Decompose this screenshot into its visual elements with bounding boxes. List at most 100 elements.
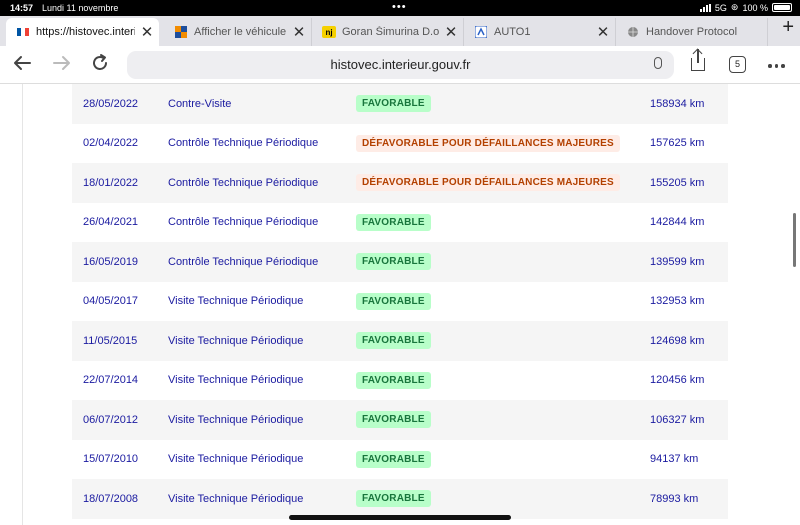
inspection-type: Visite Technique Périodique [168, 295, 304, 308]
multitasking-dots-icon[interactable]: ••• [392, 1, 407, 13]
result-badge: FAVORABLE [356, 371, 431, 389]
inspection-date: 15/07/2010 [83, 453, 139, 466]
mileage: 94137 km [650, 453, 699, 466]
result-badge: FAVORABLE [356, 292, 431, 310]
result-badge: FAVORABLE [356, 490, 431, 508]
inspection-result: DÉFAVORABLE POUR DÉFAILLANCES MAJEURES [356, 163, 620, 203]
inspection-date: 16/05/2019 [83, 255, 139, 268]
result-badge: FAVORABLE [356, 411, 431, 429]
result-badge: DÉFAVORABLE POUR DÉFAILLANCES MAJEURES [356, 134, 620, 152]
status-time: 14:57 [10, 3, 34, 13]
mileage: 157625 km [650, 137, 705, 150]
inspection-result: DÉFAVORABLE POUR DÉFAILLANCES MAJEURES [356, 124, 620, 164]
result-badge: FAVORABLE [356, 95, 431, 113]
inspection-date: 22/07/2014 [83, 374, 139, 387]
tab-title: Handover Protocol [646, 26, 738, 38]
battery-icon [772, 3, 792, 12]
inspection-type: Contrôle Technique Périodique [168, 137, 319, 150]
inspection-date: 02/04/2022 [83, 137, 139, 150]
table-row: 28/05/2022 Contre-Visite FAVORABLE 158934 k… [72, 84, 728, 124]
tab-goran[interactable]: nj Goran Šimurina D.o.o. ✕ [312, 18, 464, 46]
inspection-type: Contre-Visite [168, 97, 232, 110]
table-row: 06/07/2012 Visite Technique Périodique FAV… [72, 400, 728, 440]
tab-auto1-vehicle[interactable]: Afficher le véhicule - AUTO1 ✕ [164, 18, 312, 46]
content-divider [22, 84, 23, 525]
tab-title: Goran Šimurina D.o.o. [342, 26, 439, 38]
tab-histovec[interactable]: https://histovec.interieur.gouv.fr ✕ [6, 18, 159, 46]
globe-icon [626, 26, 640, 38]
result-badge: FAVORABLE [356, 450, 431, 468]
inspection-date: 18/07/2008 [83, 492, 139, 505]
close-tab-icon[interactable]: ✕ [287, 23, 311, 41]
mileage: 142844 km [650, 216, 705, 229]
result-badge: FAVORABLE [356, 213, 431, 231]
more-options-icon[interactable] [768, 64, 785, 68]
result-badge: DÉFAVORABLE POUR DÉFAILLANCES MAJEURES [356, 174, 620, 192]
inspection-type: Contrôle Technique Périodique [168, 176, 319, 189]
tab-title: https://histovec.interieur.gouv.fr [36, 26, 135, 38]
inspection-history-table: 28/05/2022 Contre-Visite FAVORABLE 158934 k… [72, 84, 728, 519]
status-right: 5G ⊛ 100 % [699, 2, 792, 13]
result-badge: FAVORABLE [356, 332, 431, 350]
inspection-result: FAVORABLE [356, 479, 431, 519]
table-row: 26/04/2021 Contrôle Technique Périodique F… [72, 202, 728, 243]
forward-icon[interactable] [52, 53, 72, 79]
table-row: 18/07/2008 Visite Technique Périodique FAV… [72, 479, 728, 519]
inspection-date: 18/01/2022 [83, 176, 139, 189]
mileage: 106327 km [650, 413, 705, 426]
french-flag-icon [16, 26, 30, 38]
microphone-icon[interactable] [654, 57, 662, 69]
tab-count-button[interactable]: 5 [729, 56, 746, 73]
result-badge: FAVORABLE [356, 253, 431, 271]
mileage: 139599 km [650, 255, 705, 268]
tab-auto1[interactable]: AUTO1 ✕ [464, 18, 616, 46]
tab-bar: https://histovec.interieur.gouv.fr ✕ Aff… [0, 16, 800, 46]
inspection-type: Visite Technique Périodique [168, 453, 304, 466]
nj-favicon-icon: nj [322, 26, 336, 38]
back-icon[interactable] [12, 53, 32, 79]
mileage: 78993 km [650, 492, 699, 505]
close-tab-icon[interactable]: ✕ [591, 23, 615, 41]
inspection-result: FAVORABLE [356, 242, 431, 282]
share-icon[interactable] [691, 49, 705, 71]
address-bar[interactable]: histovec.interieur.gouv.fr [127, 51, 674, 79]
table-row: 18/01/2022 Contrôle Technique Périodique D… [72, 163, 728, 203]
inspection-date: 26/04/2021 [83, 216, 139, 229]
page-content: 28/05/2022 Contre-Visite FAVORABLE 158934 k… [0, 84, 800, 525]
tab-title: AUTO1 [494, 26, 531, 38]
inspection-result: FAVORABLE [356, 203, 431, 243]
inspection-type: Visite Technique Périodique [168, 334, 304, 347]
signal-icon [699, 3, 711, 12]
table-row: 11/05/2015 Visite Technique Périodique FAV… [72, 321, 728, 361]
battery-label: 100 % [742, 2, 768, 13]
inspection-date: 28/05/2022 [83, 97, 139, 110]
close-tab-icon[interactable]: ✕ [135, 23, 159, 41]
inspection-date: 04/05/2017 [83, 295, 139, 308]
inspection-result: FAVORABLE [356, 440, 431, 480]
table-row: 02/04/2022 Contrôle Technique Périodique D… [72, 123, 728, 164]
inspection-result: FAVORABLE [356, 361, 431, 401]
page-scrollbar[interactable] [793, 213, 796, 267]
mileage: 158934 km [650, 97, 705, 110]
orientation-lock-icon: ⊛ [730, 2, 739, 12]
auto1-favicon-icon [174, 26, 188, 38]
tab-handover[interactable]: Handover Protocol [616, 18, 768, 46]
inspection-result: FAVORABLE [356, 400, 431, 440]
inspection-result: FAVORABLE [356, 282, 431, 322]
table-row: 04/05/2017 Visite Technique Périodique FAV… [72, 281, 728, 322]
inspection-result: FAVORABLE [356, 84, 431, 124]
inspection-type: Visite Technique Périodique [168, 413, 304, 426]
inspection-type: Visite Technique Périodique [168, 492, 304, 505]
mileage: 120456 km [650, 374, 705, 387]
table-row: 16/05/2019 Contrôle Technique Périodique F… [72, 242, 728, 282]
home-indicator[interactable] [289, 515, 511, 520]
url-text: histovec.interieur.gouv.fr [330, 57, 471, 72]
inspection-date: 11/05/2015 [83, 334, 138, 347]
close-tab-icon[interactable]: ✕ [439, 23, 463, 41]
mileage: 155205 km [650, 176, 705, 189]
mileage: 132953 km [650, 295, 705, 308]
reload-icon[interactable] [90, 53, 110, 79]
new-tab-icon[interactable]: + [782, 16, 794, 39]
inspection-type: Contrôle Technique Périodique [168, 255, 319, 268]
inspection-result: FAVORABLE [356, 321, 431, 361]
